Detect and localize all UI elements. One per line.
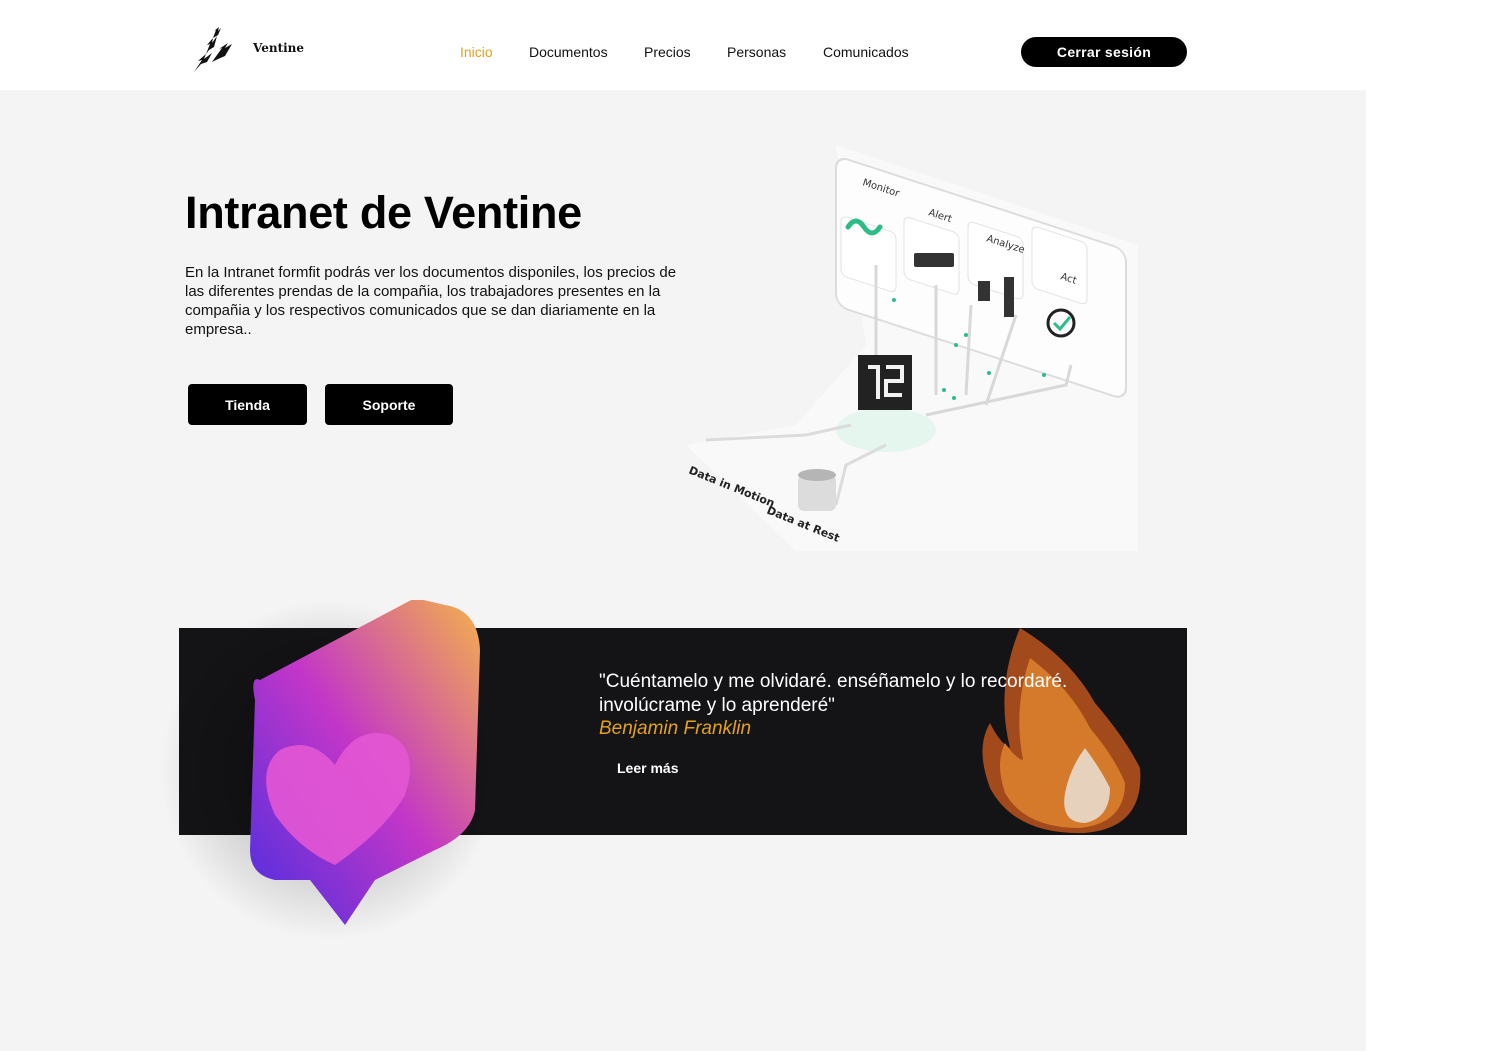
data-pipeline-illustration: Monitor Alert Analyze Act Data in Motion… xyxy=(686,145,1138,551)
quote-author: Benjamin Franklin xyxy=(599,718,752,739)
fire-icon xyxy=(982,628,1141,834)
birds-logo-icon[interactable] xyxy=(192,26,234,74)
header: Ventine Inicio Documentos Precios Person… xyxy=(0,0,1366,90)
page-title: Intranet de Ventine xyxy=(185,187,582,238)
hero-description: En la Intranet formfit podrás ver los do… xyxy=(185,264,677,338)
nav-item-personas[interactable]: Personas xyxy=(727,44,786,60)
nav-item-precios[interactable]: Precios xyxy=(644,44,691,60)
nav-item-documentos[interactable]: Documentos xyxy=(529,44,608,60)
nav-item-comunicados[interactable]: Comunicados xyxy=(823,44,909,60)
quote-text: "Cuéntamelo y me olvidaré. enséñamelo y … xyxy=(599,671,1068,716)
read-more-link[interactable]: Leer más xyxy=(617,760,678,776)
support-button[interactable]: Soporte xyxy=(325,384,453,425)
logout-button[interactable]: Cerrar sesión xyxy=(1021,37,1187,67)
brand-name: Ventine xyxy=(253,41,305,55)
store-button[interactable]: Tienda xyxy=(188,384,307,425)
heart-bubble-icon xyxy=(160,600,500,940)
nav-item-inicio[interactable]: Inicio xyxy=(460,44,493,60)
